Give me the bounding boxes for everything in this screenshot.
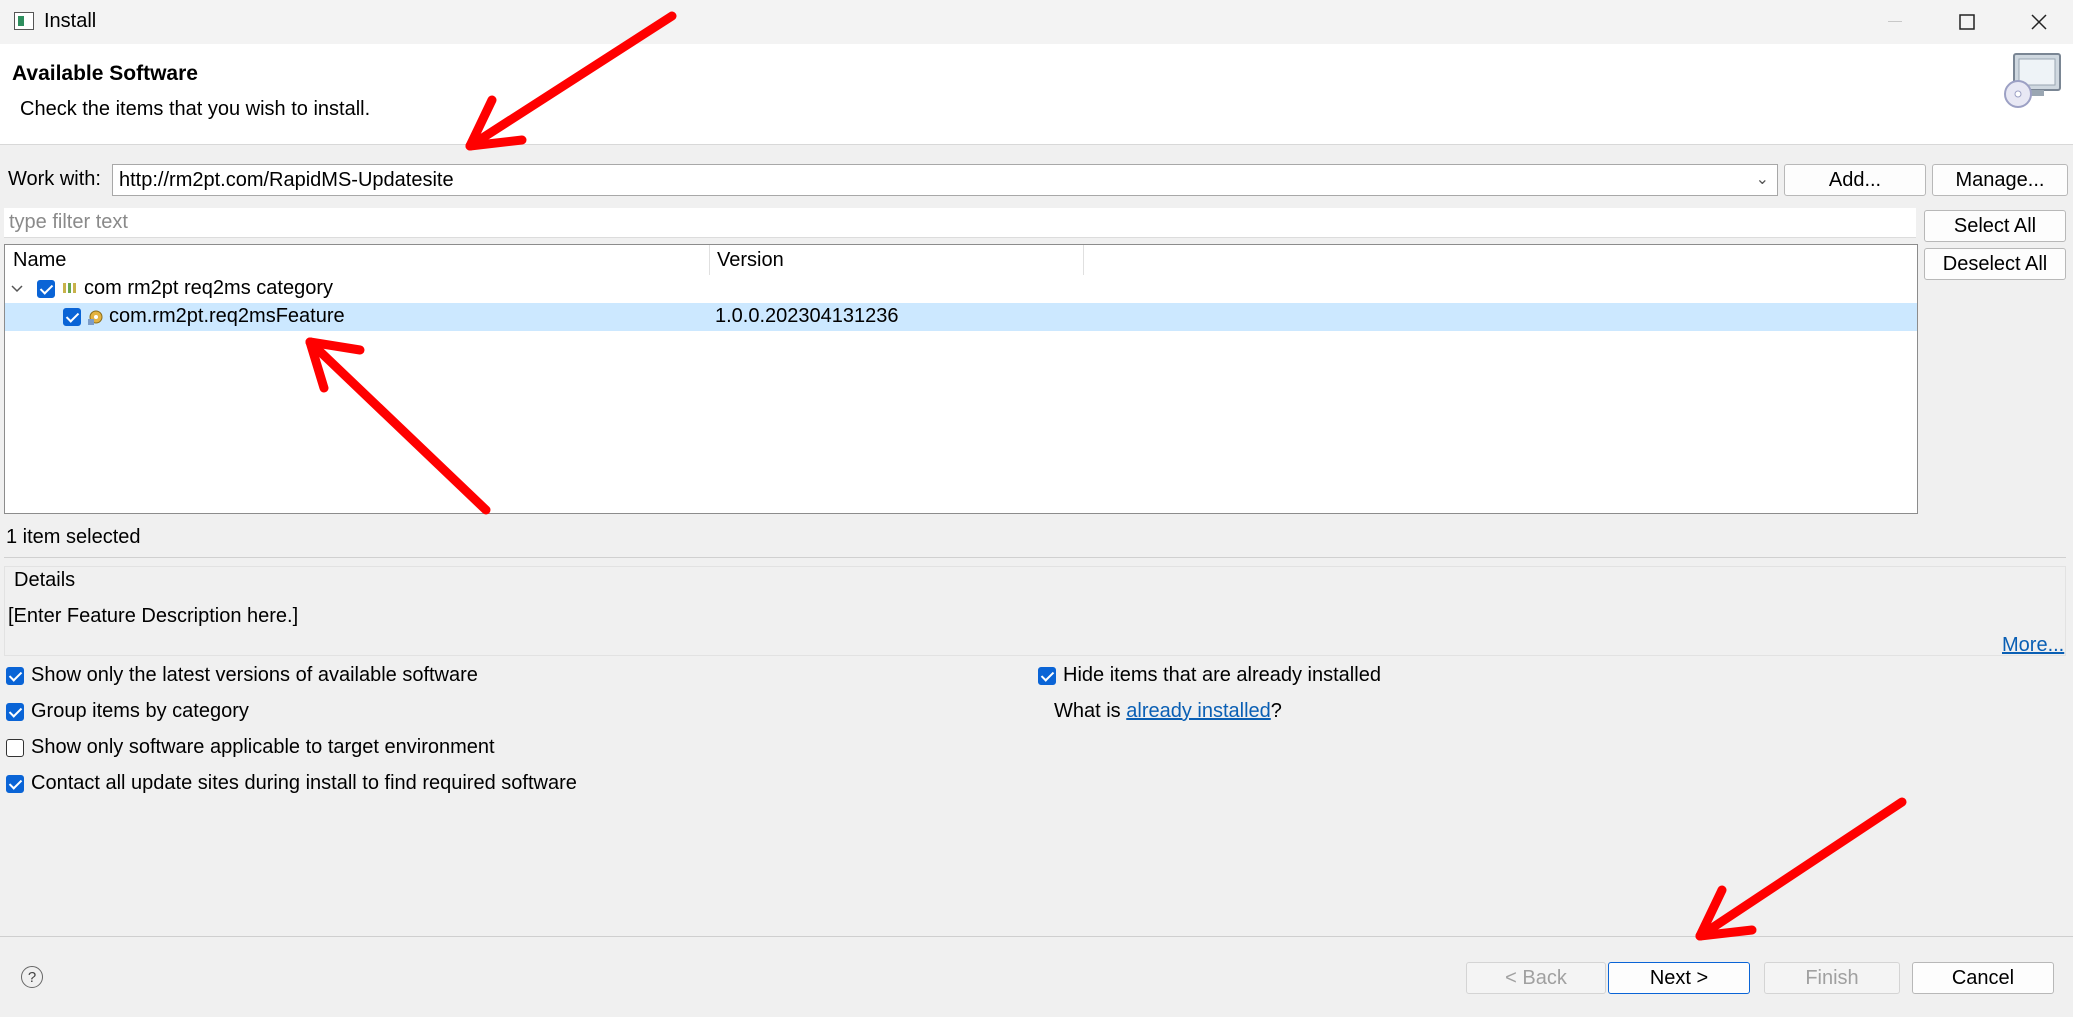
hide-installed-checkbox[interactable]: [1038, 666, 1056, 685]
group-by-category-label: Group items by category: [31, 700, 249, 722]
feature-icon: [88, 310, 103, 325]
hide-installed-label: Hide items that are already installed: [1063, 664, 1381, 686]
help-icon[interactable]: ?: [21, 966, 43, 988]
finish-button[interactable]: Finish: [1764, 962, 1900, 994]
footer-divider: [0, 936, 2073, 937]
work-with-combo[interactable]: http://rm2pt.com/RapidMS-Updatesite ⌄: [112, 164, 1778, 196]
wizard-header: Available Software Check the items that …: [0, 44, 2073, 145]
column-divider[interactable]: [1083, 245, 1084, 275]
add-site-button[interactable]: Add...: [1784, 164, 1926, 196]
next-button[interactable]: Next >: [1608, 962, 1750, 994]
select-all-button[interactable]: Select All: [1924, 210, 2066, 242]
column-divider[interactable]: [709, 245, 710, 275]
tree-row-version: 1.0.0.202304131236: [715, 305, 899, 327]
details-label: Details: [14, 569, 76, 591]
tree-row-category[interactable]: com rm2pt req2ms category: [5, 275, 1917, 303]
group-by-category-checkbox[interactable]: [6, 702, 24, 721]
contact-sites-label: Contact all update sites during install …: [31, 772, 577, 794]
category-checkbox[interactable]: [37, 280, 55, 298]
latest-versions-label: Show only the latest versions of availab…: [31, 664, 478, 686]
details-text: [Enter Feature Description here.]: [8, 605, 299, 627]
category-icon: [63, 283, 76, 293]
more-link[interactable]: More...: [2002, 634, 2064, 657]
page-title: Available Software: [12, 62, 198, 85]
feature-checkbox[interactable]: [63, 308, 81, 326]
maximize-icon: [1959, 14, 1975, 30]
tree-row-name: com.rm2pt.req2msFeature: [109, 305, 345, 327]
minimize-icon: [1888, 21, 1902, 22]
contact-sites-option[interactable]: Contact all update sites during install …: [6, 772, 577, 795]
what-is-suffix: ?: [1270, 700, 1282, 722]
software-tree[interactable]: Name Version com rm2pt req2ms category c…: [4, 244, 1918, 514]
chevron-down-icon[interactable]: ⌄: [1756, 169, 1769, 189]
contact-sites-checkbox[interactable]: [6, 774, 24, 793]
group-by-category-option[interactable]: Group items by category: [6, 700, 249, 723]
tree-row-feature[interactable]: com.rm2pt.req2msFeature 1.0.0.2023041312…: [5, 303, 1917, 331]
latest-versions-option[interactable]: Show only the latest versions of availab…: [6, 664, 478, 687]
tree-row-name: com rm2pt req2ms category: [84, 277, 333, 299]
install-wizard-icon: [14, 12, 34, 30]
close-button[interactable]: [2004, 0, 2073, 44]
column-header-name[interactable]: Name: [13, 249, 66, 272]
target-environment-checkbox[interactable]: [6, 738, 24, 757]
already-installed-link[interactable]: already installed: [1126, 700, 1271, 722]
manage-sites-button[interactable]: Manage...: [1932, 164, 2068, 196]
filter-input[interactable]: [4, 208, 1916, 238]
chevron-down-icon[interactable]: [11, 284, 23, 294]
back-button[interactable]: < Back: [1466, 962, 1606, 994]
hide-installed-option[interactable]: Hide items that are already installed: [1038, 664, 1381, 687]
page-subtitle: Check the items that you wish to install…: [20, 98, 371, 120]
work-with-value: http://rm2pt.com/RapidMS-Updatesite: [119, 169, 454, 191]
annotation-arrow: [1695, 797, 1907, 941]
cancel-button[interactable]: Cancel: [1912, 962, 2054, 994]
minimize-button[interactable]: [1860, 0, 1930, 44]
latest-versions-checkbox[interactable]: [6, 666, 24, 685]
close-icon: [2031, 14, 2047, 30]
details-group: [4, 566, 2066, 656]
column-header-version[interactable]: Version: [717, 249, 784, 272]
target-environment-option[interactable]: Show only software applicable to target …: [6, 736, 495, 759]
deselect-all-button[interactable]: Deselect All: [1924, 248, 2066, 280]
what-is-prefix: What is: [1054, 700, 1127, 722]
what-is-installed-text: What is already installed?: [1054, 700, 1282, 723]
work-with-label: Work with:: [8, 168, 101, 190]
divider: [4, 557, 2066, 558]
window-title: Install: [44, 10, 97, 32]
target-environment-label: Show only software applicable to target …: [31, 736, 495, 758]
maximize-button[interactable]: [1932, 0, 2002, 44]
install-software-banner-icon: [2004, 53, 2061, 108]
selection-status: 1 item selected: [6, 526, 141, 548]
title-bar: Install: [0, 0, 2073, 44]
